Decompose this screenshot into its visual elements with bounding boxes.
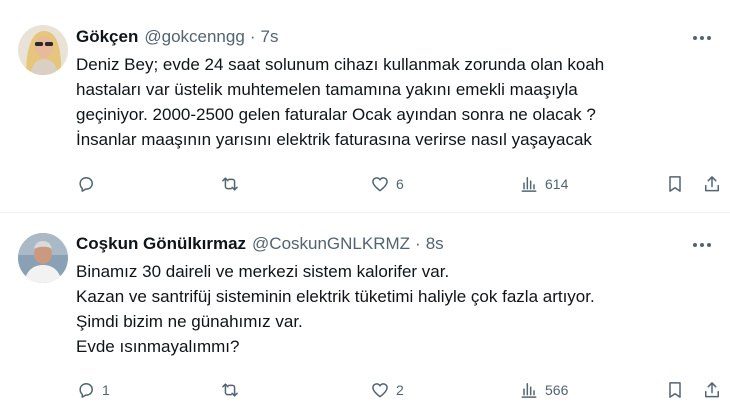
author-handle[interactable]: @gokcenngg xyxy=(144,27,244,47)
share-button[interactable] xyxy=(702,378,722,402)
share-icon xyxy=(705,382,719,398)
bookmark-icon xyxy=(669,176,681,192)
views-button[interactable]: 614 xyxy=(519,172,568,196)
reply-button[interactable] xyxy=(76,172,102,196)
timestamp[interactable]: 8s xyxy=(426,234,444,254)
like-button[interactable]: 2 xyxy=(370,378,404,402)
tweet-text-line: hastaları var üstelik muhtemelen tamamın… xyxy=(76,80,578,99)
views-icon xyxy=(521,177,537,192)
timestamp[interactable]: 7s xyxy=(260,27,278,47)
more-icon[interactable] xyxy=(690,28,714,48)
tweet[interactable]: Gökçen @gokcenngg · 7s Deniz Bey; evde 2… xyxy=(0,0,730,213)
tweet-text-line: Evde ısınmayalımmı? xyxy=(76,337,240,356)
reply-count: 1 xyxy=(102,382,110,398)
more-icon[interactable] xyxy=(690,235,714,255)
share-button[interactable] xyxy=(702,172,722,196)
like-count: 2 xyxy=(396,382,404,398)
views-count: 614 xyxy=(545,176,569,192)
heart-icon xyxy=(372,177,388,192)
tweet-text: Binamız 30 daireli ve merkezi sistem kal… xyxy=(76,259,716,359)
avatar[interactable] xyxy=(18,233,68,283)
tweet-text-line: Deniz Bey; evde 24 saat solunum cihazı k… xyxy=(76,55,605,74)
like-count: 6 xyxy=(396,176,404,192)
retweet-icon xyxy=(222,177,238,191)
bookmark-button[interactable] xyxy=(665,378,685,402)
views-icon xyxy=(521,383,537,398)
reply-button[interactable]: 1 xyxy=(76,378,110,402)
views-button[interactable]: 566 xyxy=(519,378,568,402)
like-button[interactable]: 6 xyxy=(370,172,404,196)
heart-icon xyxy=(372,383,388,398)
retweet-icon xyxy=(222,383,238,397)
views-count: 566 xyxy=(545,382,569,398)
tweet-text: Deniz Bey; evde 24 saat solunum cihazı k… xyxy=(76,52,716,152)
tweet-header: Coşkun Gönülkırmaz @CoskunGNLKRMZ · 8s xyxy=(76,233,444,255)
retweet-button[interactable] xyxy=(220,378,246,402)
tweet-text-line: Kazan ve santrifüj sisteminin elektrik t… xyxy=(76,287,595,306)
author-name[interactable]: Coşkun Gönülkırmaz xyxy=(76,234,246,254)
tweet-text-line: Binamız 30 daireli ve merkezi sistem kal… xyxy=(76,262,450,281)
tweet-text-line: geçiniyor. 2000-2500 gelen faturalar Oca… xyxy=(76,105,596,124)
tweet-actions: 1 2 566 xyxy=(76,378,730,402)
avatar[interactable] xyxy=(18,25,68,75)
separator-dot: · xyxy=(415,234,421,253)
share-icon xyxy=(705,176,719,192)
reply-icon xyxy=(79,177,93,192)
separator-dot: · xyxy=(249,27,256,46)
tweet-text-line: İnsanlar maaşının yarısını elektrik fatu… xyxy=(76,130,592,149)
retweet-button[interactable] xyxy=(220,172,246,196)
tweet-actions: 6 614 xyxy=(76,172,730,196)
tweet-text-line: Şimdi bizim ne günahımız var. xyxy=(76,312,303,331)
bookmark-button[interactable] xyxy=(665,172,685,196)
author-handle[interactable]: @CoskunGNLKRMZ xyxy=(252,234,410,254)
tweet[interactable]: Coşkun Gönülkırmaz @CoskunGNLKRMZ · 8s B… xyxy=(0,213,730,420)
author-name[interactable]: Gökçen xyxy=(76,27,138,47)
reply-icon xyxy=(79,383,93,398)
bookmark-icon xyxy=(669,382,681,398)
tweet-header: Gökçen @gokcenngg · 7s xyxy=(76,26,278,48)
